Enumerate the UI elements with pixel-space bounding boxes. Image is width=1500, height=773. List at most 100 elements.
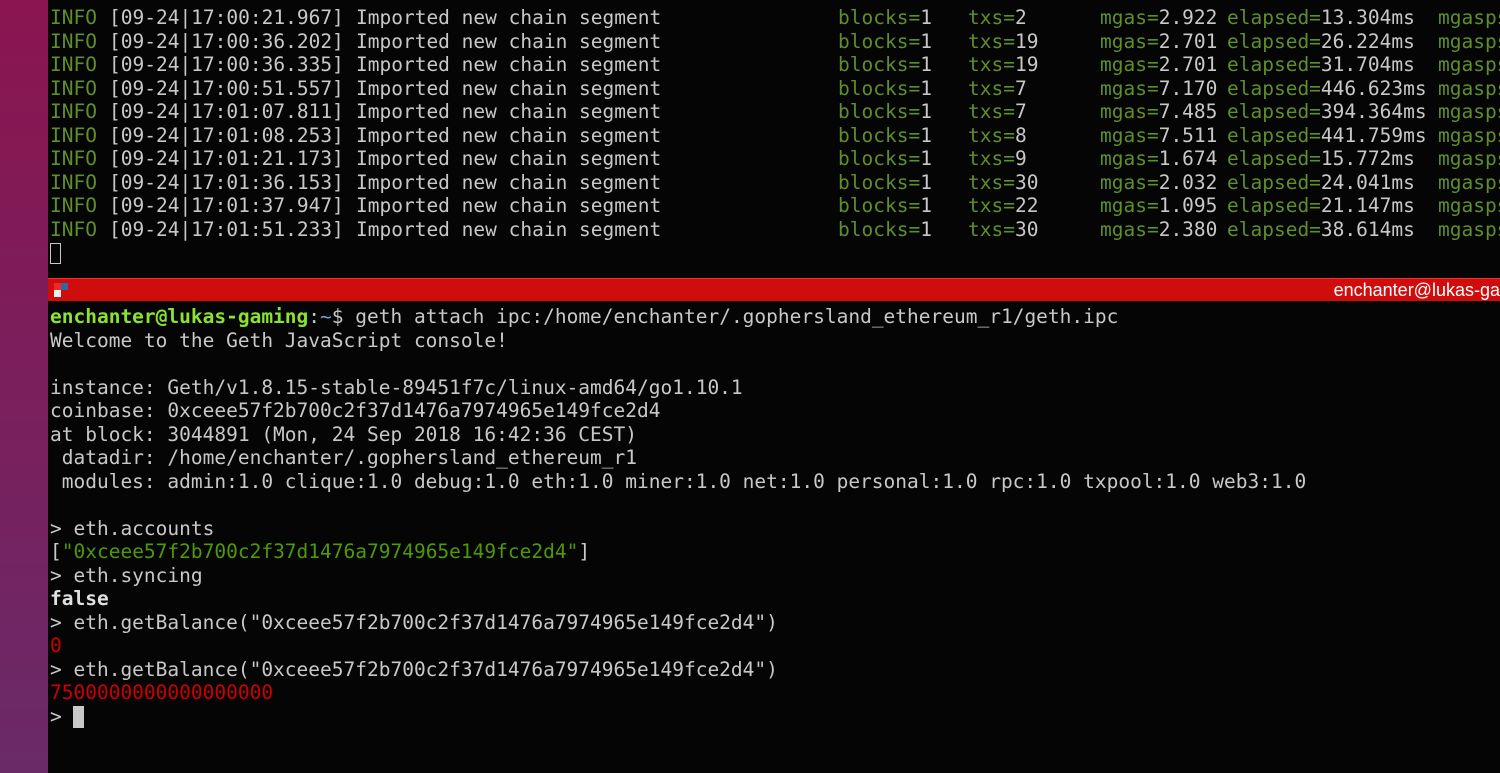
log-key: blocks= xyxy=(838,123,921,147)
log-value: 38.614ms xyxy=(1320,217,1415,241)
console-line: Welcome to the Geth JavaScript console! xyxy=(50,329,508,353)
log-txs: txs=7 xyxy=(968,100,1027,124)
log-value: 1 xyxy=(920,170,932,194)
log-key: mgas= xyxy=(1100,29,1159,53)
cursor xyxy=(73,706,85,728)
log-txs: txs=19 xyxy=(968,53,1038,77)
terminal-pane-geth-node-log[interactable]: INFO [09-24|17:00:21.967] Imported new cha… xyxy=(48,0,1500,278)
log-elapsed: elapsed=441.759ms xyxy=(1227,124,1427,148)
log-level: INFO xyxy=(50,194,97,217)
log-level: INFO xyxy=(50,29,97,53)
log-key: txs= xyxy=(968,147,1015,170)
console-text: : xyxy=(308,305,321,328)
console-line: enchanter@lukas-gaming:~$ geth attach ip… xyxy=(50,305,1118,329)
log-key: txs= xyxy=(968,53,1015,76)
console-line: > xyxy=(50,705,85,728)
log-value: 7.485 xyxy=(1158,100,1218,123)
console-text: at block: 3044891 (Mon, 24 Sep 2018 16:4… xyxy=(50,422,637,446)
log-message: Imported new chain segment xyxy=(356,76,662,100)
log-value: 1 xyxy=(920,123,932,147)
log-mgasps: mgasps xyxy=(1438,170,1500,194)
log-elapsed: elapsed=38.614ms xyxy=(1227,218,1415,242)
log-key: elapsed= xyxy=(1227,194,1321,217)
log-blocks: blocks=1 xyxy=(838,124,932,148)
console-text: enchanter@lukas-gaming xyxy=(50,305,309,328)
log-key: blocks= xyxy=(838,29,921,53)
log-value: 24.041ms xyxy=(1320,170,1415,194)
log-message: Imported new chain segment xyxy=(356,29,662,53)
log-value: 19 xyxy=(1014,29,1039,53)
log-blocks: blocks=1 xyxy=(838,100,932,124)
console-line: 0 xyxy=(50,634,62,658)
console-line: > eth.accounts xyxy=(50,517,214,541)
log-key: elapsed= xyxy=(1227,217,1321,241)
log-level: INFO xyxy=(50,170,97,194)
log-mgasps: mgasps xyxy=(1438,100,1500,123)
desktop-background xyxy=(0,0,48,773)
log-mgas: mgas=2.701 xyxy=(1100,30,1217,54)
log-mgasps: mgasps xyxy=(1438,147,1500,170)
log-timestamp: [09-24|17:00:36.202] xyxy=(109,29,344,53)
log-mgasps: mgasps xyxy=(1438,29,1500,53)
terminal-pane-geth-console[interactable]: enchanter@lukas-gaming:~$ geth attach ip… xyxy=(48,301,1500,773)
console-line: > eth.syncing xyxy=(50,564,203,588)
log-value: 7.170 xyxy=(1158,76,1218,100)
log-key: mgas= xyxy=(1100,6,1159,29)
terminal-icon[interactable] xyxy=(54,283,68,297)
console-text: 7500000000000000000 xyxy=(50,681,274,704)
console-line: instance: Geth/v1.8.15-stable-89451f7c/l… xyxy=(50,376,743,400)
log-mgas: mgas=7.511 xyxy=(1100,124,1217,148)
log-key: blocks= xyxy=(838,147,921,170)
log-message: Imported new chain segment xyxy=(356,170,662,194)
log-key: elapsed= xyxy=(1227,147,1321,170)
console-text: > eth.syncing xyxy=(50,563,203,587)
log-timestamp: [09-24|17:00:51.557] xyxy=(109,76,344,100)
log-key: mgas= xyxy=(1100,194,1159,217)
log-elapsed: elapsed=31.704ms xyxy=(1227,53,1415,77)
console-line: modules: admin:1.0 clique:1.0 debug:1.0 … xyxy=(50,470,1306,494)
console-line: > eth.getBalance("0xceee57f2b700c2f37d14… xyxy=(50,658,778,682)
log-level: INFO xyxy=(50,147,97,170)
terminal-title: enchanter@lukas-ga xyxy=(1333,280,1500,300)
console-text: "0xceee57f2b700c2f37d1476a7974965e149fce… xyxy=(61,540,579,563)
log-value: 1 xyxy=(920,147,932,170)
console-line: > eth.getBalance("0xceee57f2b700c2f37d14… xyxy=(50,611,778,635)
log-value: 7.511 xyxy=(1158,123,1218,147)
log-key: mgas= xyxy=(1100,147,1159,170)
log-level: INFO xyxy=(50,123,97,147)
log-key: blocks= xyxy=(838,6,921,29)
log-elapsed: elapsed=24.041ms xyxy=(1227,171,1415,195)
terminal-titlebar[interactable]: enchanter@lukas-ga xyxy=(48,278,1500,301)
log-value: 2.380 xyxy=(1158,217,1218,241)
log-message: Imported new chain segment xyxy=(356,147,662,170)
console-text: > eth.accounts xyxy=(50,516,215,540)
log-message: Imported new chain segment xyxy=(356,194,662,217)
log-key: mgas= xyxy=(1100,53,1159,76)
console-text: coinbase: 0xceee57f2b700c2f37d1476a79749… xyxy=(50,399,661,422)
log-level: INFO xyxy=(50,76,97,100)
console-text: instance: Geth/v1.8.15-stable-89451f7c/l… xyxy=(50,375,743,399)
cursor-inactive xyxy=(50,243,61,264)
console-text: ~ xyxy=(320,305,332,328)
log-mgasps: mgasps xyxy=(1438,123,1500,147)
log-key: txs= xyxy=(968,6,1015,29)
log-timestamp: [09-24|17:00:36.335] xyxy=(109,53,344,76)
console-line: ["0xceee57f2b700c2f37d1476a7974965e149fc… xyxy=(50,540,590,564)
log-key: txs= xyxy=(968,76,1015,100)
log-value: 1.095 xyxy=(1158,194,1218,217)
log-value: 441.759ms xyxy=(1320,123,1427,147)
log-key: elapsed= xyxy=(1227,100,1321,123)
log-key: txs= xyxy=(968,194,1015,217)
log-message: Imported new chain segment xyxy=(356,6,662,29)
log-blocks: blocks=1 xyxy=(838,77,932,101)
log-elapsed: elapsed=13.304ms xyxy=(1227,6,1415,30)
log-key: txs= xyxy=(968,170,1015,194)
log-mgasps: mgasps xyxy=(1438,53,1500,76)
log-key: elapsed= xyxy=(1227,76,1321,100)
log-elapsed: elapsed=394.364ms xyxy=(1227,100,1427,124)
log-message: Imported new chain segment xyxy=(356,217,662,241)
log-value: 8 xyxy=(1014,123,1027,147)
log-value: 26.224ms xyxy=(1320,29,1415,53)
log-mgasps: mgasps xyxy=(1438,217,1500,241)
log-mgas: mgas=2.922 xyxy=(1100,6,1217,30)
